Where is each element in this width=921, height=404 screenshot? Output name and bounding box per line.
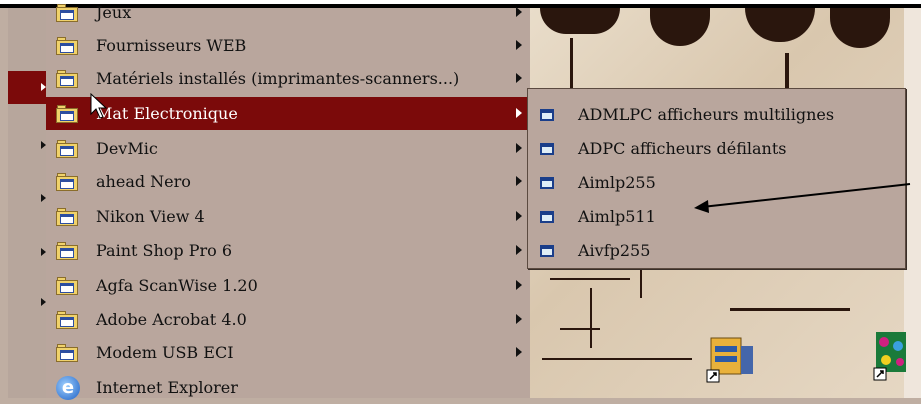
mouse-pointer-icon	[90, 93, 108, 119]
annotation-arrow	[694, 183, 911, 213]
desktop-shortcut-icon-2[interactable]	[872, 332, 906, 388]
desktop-shortcut-icon[interactable]	[705, 332, 763, 388]
